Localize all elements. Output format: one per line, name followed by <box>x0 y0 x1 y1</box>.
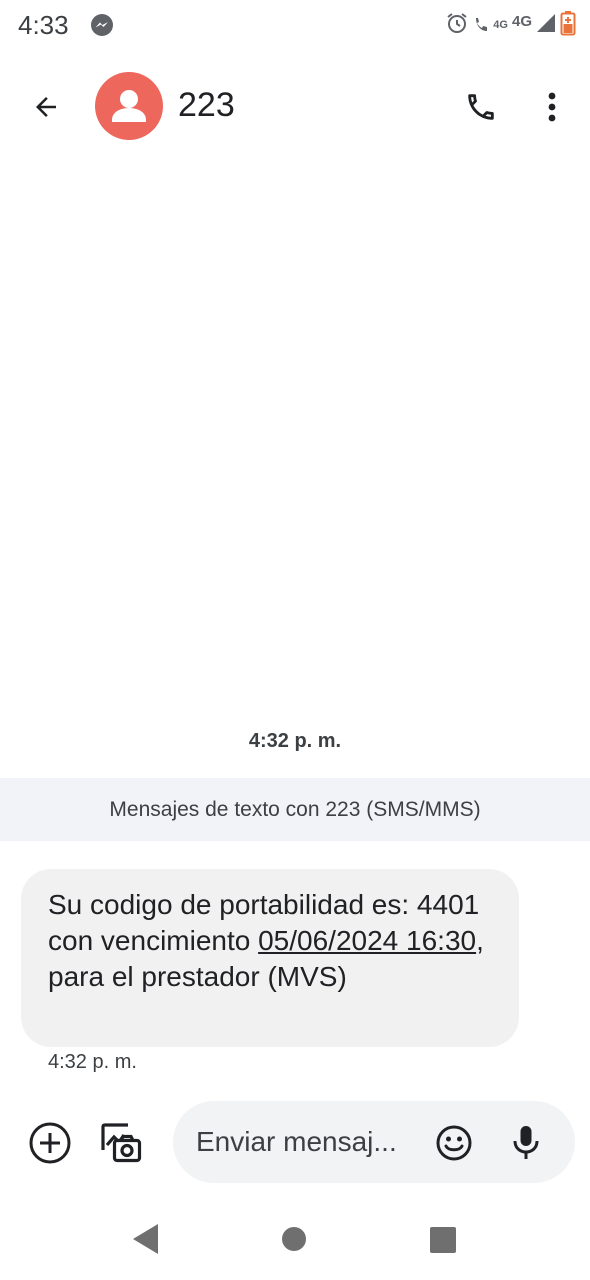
nav-back-button[interactable] <box>130 1222 160 1256</box>
status-time: 4:33 <box>18 10 69 40</box>
message-bubble[interactable]: Su codigo de portabilidad es: 4401 con v… <box>21 869 519 1047</box>
square-recents-icon <box>430 1227 456 1253</box>
sms-banner: Mensajes de texto con 223 (SMS/MMS) <box>0 778 590 841</box>
status-bar: 4:33 4G 4G <box>0 0 590 52</box>
messenger-icon <box>90 13 114 37</box>
call-button[interactable] <box>458 84 504 130</box>
emoji-icon <box>436 1125 472 1161</box>
network-label: 4G <box>511 12 532 30</box>
message-time: 4:32 p. m. <box>48 1051 137 1073</box>
alarm-icon <box>445 11 469 40</box>
triangle-back-icon <box>133 1224 158 1254</box>
phone-icon <box>468 94 494 120</box>
more-vert-icon <box>548 92 556 122</box>
nav-recents-button[interactable] <box>430 1227 456 1253</box>
more-options-button[interactable] <box>530 84 574 130</box>
signal-icon <box>536 12 556 39</box>
person-icon <box>112 90 146 122</box>
compose-field[interactable]: Enviar mensaj... <box>173 1101 575 1183</box>
network-small-label: 4G <box>493 19 508 31</box>
phone-4g-icon <box>473 12 489 39</box>
contact-name[interactable]: 223 <box>178 86 235 125</box>
sms-banner-text: Mensajes de texto con 223 (SMS/MMS) <box>109 797 481 821</box>
nav-home-button[interactable] <box>282 1227 306 1251</box>
avatar[interactable] <box>95 72 163 140</box>
status-icons: 4G 4G <box>445 10 576 40</box>
battery-icon <box>560 10 576 41</box>
gallery-button[interactable] <box>96 1118 146 1168</box>
add-attachment-button[interactable] <box>27 1120 73 1166</box>
message-date-link[interactable]: 05/06/2024 16:30 <box>258 925 476 956</box>
mic-button[interactable] <box>506 1122 546 1164</box>
messages-screen: 4:33 4G 4G 223 4:32 p. m. Mensajes de te… <box>0 0 590 1280</box>
arrow-back-icon <box>36 97 56 117</box>
mic-icon <box>513 1126 539 1159</box>
thread-timestamp: 4:32 p. m. <box>248 730 342 752</box>
add-circle-icon <box>29 1122 71 1164</box>
compose-input[interactable]: Enviar mensaj... <box>196 1126 397 1158</box>
emoji-button[interactable] <box>433 1122 475 1164</box>
back-button[interactable] <box>24 85 68 129</box>
message-text: Su codigo de portabilidad es: 4401 con v… <box>48 887 495 995</box>
gallery-camera-icon <box>101 1123 142 1163</box>
circle-home-icon <box>282 1227 306 1251</box>
app-bar: 223 <box>0 62 590 152</box>
navigation-bar <box>0 1200 590 1280</box>
